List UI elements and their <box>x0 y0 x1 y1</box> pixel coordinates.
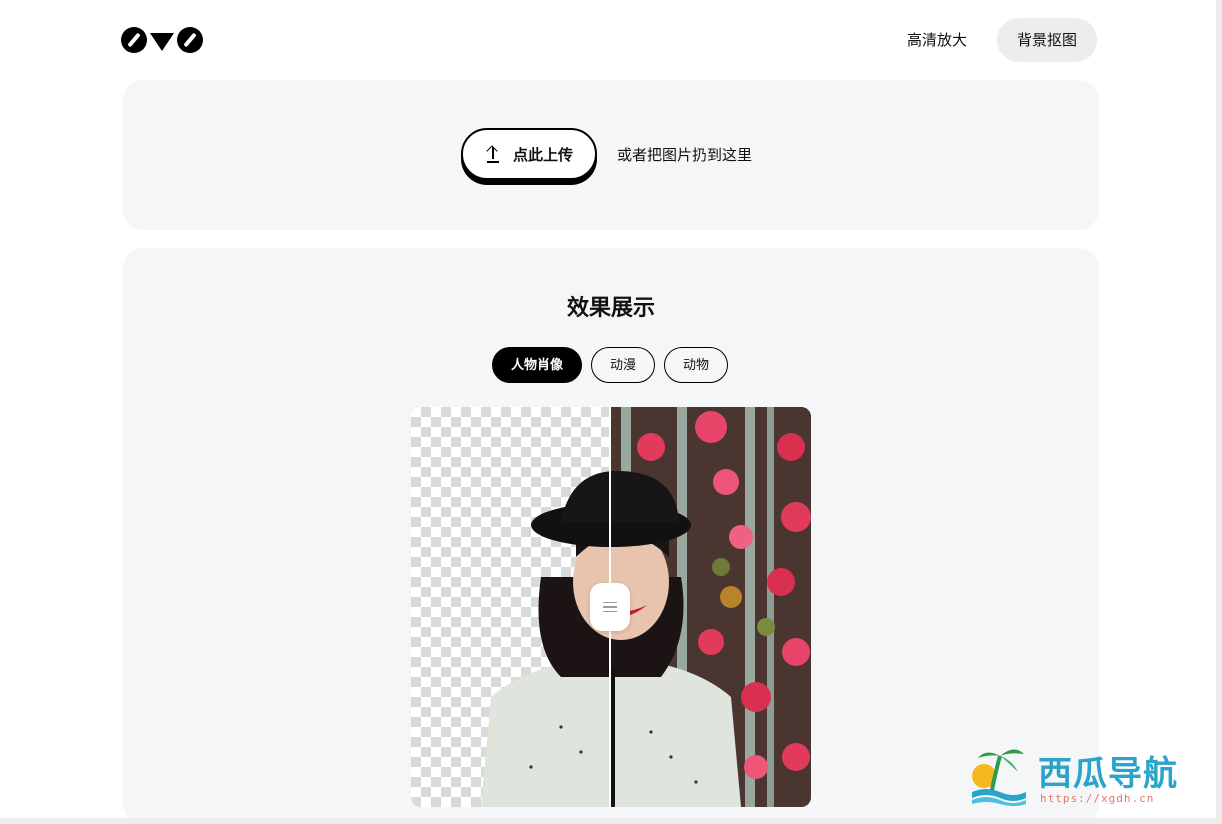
top-navigation: 高清放大 背景抠图 <box>0 0 1222 80</box>
upload-arrow-icon <box>485 145 501 163</box>
handle-grip-icon <box>603 602 617 604</box>
palm-island-icon <box>972 749 1026 806</box>
comparison-slider-handle[interactable] <box>590 583 630 631</box>
logo-triangle-icon <box>150 33 174 51</box>
watermark-title: 西瓜导航 <box>1038 754 1178 794</box>
upload-button-label: 点此上传 <box>512 145 573 164</box>
drop-hint-text: 或者把图片扔到这里 <box>617 146 753 164</box>
tab-portrait[interactable]: 人物肖像 <box>492 347 583 383</box>
tab-animal[interactable]: 动物 <box>664 347 729 383</box>
handle-grip-icon <box>603 606 617 608</box>
site-watermark: 西瓜导航 https://xgdh.cn <box>970 742 1202 812</box>
logo-dot-icon <box>121 27 147 53</box>
brand-logo[interactable] <box>121 27 203 53</box>
upload-button[interactable]: 点此上传 <box>461 128 597 180</box>
page-scrollbar[interactable] <box>1216 0 1222 824</box>
upload-dropzone[interactable]: 点此上传 或者把图片扔到这里 <box>123 80 1099 230</box>
before-after-comparison[interactable] <box>411 407 811 807</box>
nav-remove-background-link[interactable]: 背景抠图 <box>997 18 1097 62</box>
logo-dot-icon <box>177 27 203 53</box>
demo-category-tabs: 人物肖像 动漫 动物 <box>492 347 729 383</box>
page-bottom-edge <box>0 818 1222 824</box>
demo-section: 效果展示 人物肖像 动漫 动物 <box>123 248 1099 824</box>
watermark-url: https://xgdh.cn <box>1040 792 1155 805</box>
nav-upscale-link[interactable]: 高清放大 <box>898 18 976 62</box>
handle-grip-icon <box>603 610 617 612</box>
demo-title: 效果展示 <box>566 296 655 321</box>
tab-anime[interactable]: 动漫 <box>591 347 656 383</box>
